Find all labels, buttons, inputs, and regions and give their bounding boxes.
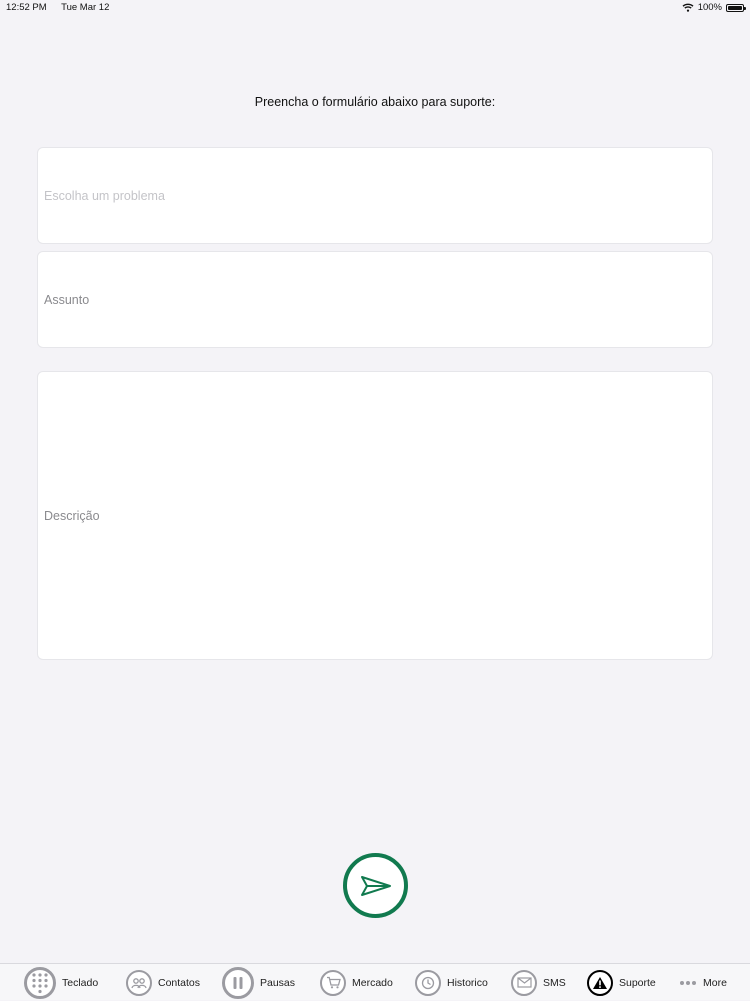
tab-suporte[interactable]: Suporte [587, 964, 656, 1001]
tab-contatos[interactable]: Contatos [126, 964, 200, 1001]
clock-icon [415, 969, 441, 996]
tab-more[interactable]: More [679, 964, 727, 1001]
status-bar: 12:52 PM Tue Mar 12 100% [0, 0, 750, 16]
tab-sms[interactable]: SMS [511, 964, 566, 1001]
tab-label: Teclado [62, 976, 99, 989]
status-date: Tue Mar 12 [61, 2, 110, 13]
more-icon [679, 977, 697, 989]
send-icon [360, 875, 391, 896]
tab-label: Mercado [352, 976, 393, 989]
form-title: Preencha o formulário abaixo para suport… [254, 95, 496, 109]
problem-select[interactable]: Escolha um problema [37, 147, 713, 244]
pause-icon [222, 966, 254, 999]
tab-label: Pausas [260, 976, 296, 989]
tab-historico[interactable]: Historico [415, 964, 488, 1001]
subject-field[interactable]: Assunto [37, 251, 713, 348]
tab-label: Contatos [158, 976, 201, 989]
subject-label: Assunto [44, 292, 90, 307]
tab-bar: Teclado Contatos Pausas Mercado Historic… [0, 963, 750, 1000]
tab-mercado[interactable]: Mercado [320, 964, 393, 1001]
envelope-icon [511, 969, 537, 996]
status-left: 12:52 PM Tue Mar 12 [6, 2, 121, 13]
battery-percent: 100% [697, 2, 722, 13]
tab-label: Historico [447, 976, 488, 989]
description-field[interactable]: Descrição [37, 371, 713, 660]
keypad-icon [24, 966, 56, 999]
problem-placeholder: Escolha um problema [44, 188, 165, 203]
cart-icon [320, 969, 346, 996]
tab-teclado[interactable]: Teclado [24, 964, 98, 1001]
status-right: 100% [682, 2, 746, 13]
battery-icon [726, 3, 746, 12]
description-label: Descrição [44, 508, 100, 523]
contacts-icon [126, 969, 152, 996]
send-button[interactable] [343, 853, 408, 918]
wifi-icon [682, 3, 694, 12]
tab-label: SMS [543, 976, 566, 989]
tab-label: Suporte [619, 976, 656, 989]
tab-pausas[interactable]: Pausas [222, 964, 295, 1001]
status-time: 12:52 PM [6, 2, 47, 13]
warning-icon [587, 969, 613, 996]
tab-label: More [703, 976, 727, 989]
